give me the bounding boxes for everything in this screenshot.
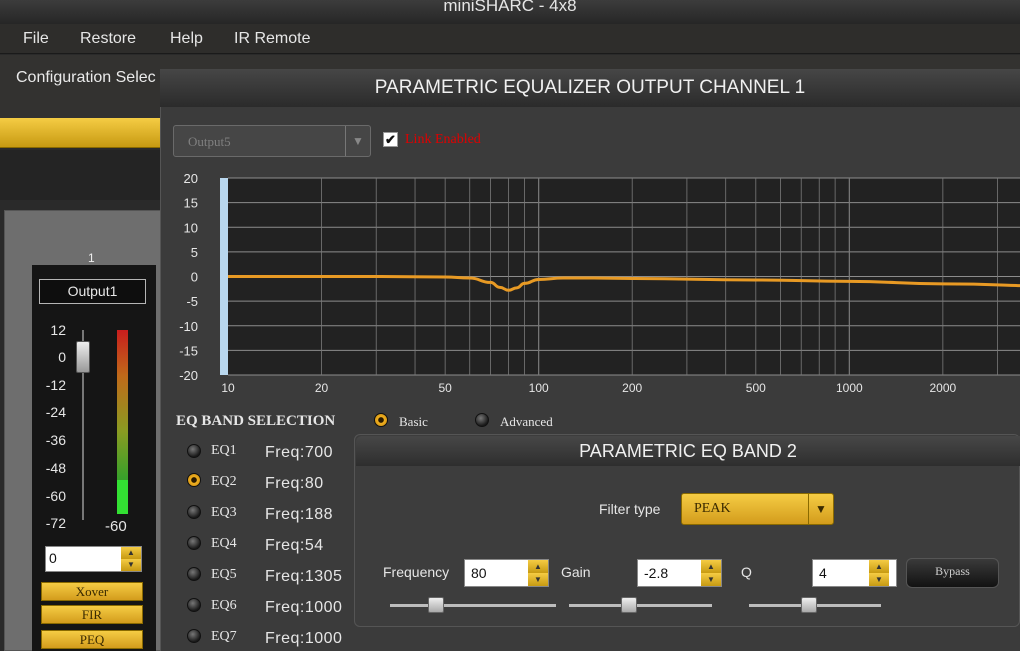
y-tick-label: 5 — [191, 245, 198, 260]
band-title: PARAMETRIC EQ BAND 2 — [356, 436, 1020, 466]
advanced-label: Advanced — [500, 414, 553, 429]
frequency-slider-handle[interactable] — [428, 597, 444, 613]
menu-restore[interactable]: Restore — [80, 30, 136, 48]
eq7-freq: Freq:1000 — [265, 630, 343, 647]
eq6-label: EQ6 — [211, 598, 237, 613]
basic-radio[interactable] — [374, 413, 388, 427]
eq7-label: EQ7 — [211, 629, 237, 644]
xover-button[interactable]: Xover — [41, 582, 143, 601]
scale-label: -48 — [45, 460, 66, 476]
meter-readout: -60 — [105, 518, 127, 535]
eq-band-heading: EQ BAND SELECTION — [176, 413, 336, 429]
bypass-button[interactable]: Bypass — [906, 558, 999, 588]
scale-label: 0 — [58, 349, 66, 365]
q-down-icon[interactable]: ▼ — [869, 573, 889, 586]
gain-slider-handle[interactable] — [621, 597, 637, 613]
eq4-freq: Freq:54 — [265, 537, 324, 554]
output-name-field[interactable]: Output1 — [39, 279, 146, 304]
scale-label: -60 — [45, 488, 66, 504]
menu-bar: File Restore Help IR Remote — [0, 24, 1020, 54]
peq-button[interactable]: PEQ — [41, 630, 143, 649]
y-tick-label: 15 — [184, 196, 198, 211]
eq1-freq: Freq:700 — [265, 444, 334, 461]
config-label: Configuration Selec — [16, 69, 156, 86]
x-tick-label: 200 — [622, 381, 642, 395]
frequency-label: Frequency — [383, 564, 450, 580]
advanced-radio[interactable] — [475, 413, 489, 427]
eq3-radio[interactable] — [187, 505, 201, 519]
frequency-slider-track[interactable] — [390, 604, 556, 607]
window-title: miniSHARC - 4x8 — [443, 0, 577, 15]
freq-down-icon[interactable]: ▼ — [528, 573, 548, 586]
eq5-radio[interactable] — [187, 567, 201, 581]
gain-spin-value: 0 — [49, 550, 57, 566]
spin-up-icon[interactable]: ▲ — [121, 547, 141, 559]
divider-strip — [0, 150, 165, 200]
menu-file[interactable]: File — [23, 30, 49, 48]
gain-label: Gain — [561, 564, 591, 580]
gain-spinbox[interactable]: ▲ ▼ — [45, 546, 142, 572]
chevron-down-icon[interactable]: ▼ — [345, 126, 370, 156]
output-tab-bar[interactable] — [0, 118, 165, 148]
volume-fader-handle[interactable] — [76, 341, 90, 373]
spin-down-icon[interactable]: ▼ — [121, 559, 141, 571]
chevron-down-icon[interactable]: ▼ — [808, 494, 833, 524]
scale-label: -72 — [45, 515, 66, 531]
eq5-freq: Freq:1305 — [265, 568, 343, 585]
eq2-label: EQ2 — [211, 474, 237, 489]
eq2-freq: Freq:80 — [265, 475, 324, 492]
eq3-freq: Freq:188 — [265, 506, 334, 523]
eq7-radio[interactable] — [187, 629, 201, 643]
gain-down-icon[interactable]: ▼ — [701, 573, 721, 586]
channel-number: 1 — [88, 251, 95, 265]
eq4-radio[interactable] — [187, 536, 201, 550]
q-label: Q — [741, 564, 752, 580]
eq4-label: EQ4 — [211, 536, 237, 551]
eq5-label: EQ5 — [211, 567, 237, 582]
x-tick-label: 100 — [529, 381, 549, 395]
eq6-radio[interactable] — [187, 598, 201, 612]
y-tick-label: 10 — [184, 220, 198, 235]
eq1-label: EQ1 — [211, 443, 237, 458]
menu-ir-remote[interactable]: IR Remote — [234, 30, 310, 48]
link-checkbox[interactable]: ✔ — [383, 132, 398, 147]
menu-help[interactable]: Help — [170, 30, 203, 48]
title-bar: miniSHARC - 4x8 — [0, 0, 1020, 24]
gain-up-icon[interactable]: ▲ — [701, 560, 721, 573]
eq-response-chart: 20151050-5-10-15-20 10 20 50 100 200 500 1000 2… — [179, 171, 1020, 395]
scale-label: 12 — [50, 322, 66, 338]
x-tick-label: 1000 — [836, 381, 863, 395]
filter-type-label: Filter type — [599, 501, 661, 517]
output-select[interactable]: Output5 — [173, 125, 371, 157]
eq1-radio[interactable] — [187, 444, 201, 458]
y-tick-label: -20 — [179, 368, 198, 383]
scale-label: -24 — [45, 404, 66, 420]
y-tick-label: 0 — [191, 270, 198, 285]
basic-label: Basic — [399, 414, 428, 429]
x-tick-label: 2000 — [930, 381, 957, 395]
level-meter-fill — [117, 480, 128, 514]
freq-up-icon[interactable]: ▲ — [528, 560, 548, 573]
scale-label: -36 — [45, 432, 66, 448]
link-label: Link Enabled — [405, 132, 481, 147]
y-tick-label: -5 — [186, 294, 198, 309]
x-tick-label: 500 — [746, 381, 766, 395]
eq3-label: EQ3 — [211, 505, 237, 520]
eq2-radio[interactable] — [187, 473, 201, 487]
gain-slider-track[interactable] — [569, 604, 712, 607]
y-tick-label: -10 — [179, 319, 198, 334]
q-up-icon[interactable]: ▲ — [869, 560, 889, 573]
eq6-freq: Freq:1000 — [265, 599, 343, 616]
x-tick-label: 10 — [221, 381, 235, 395]
scale-label: -12 — [45, 377, 66, 393]
peq-title: PARAMETRIC EQUALIZER OUTPUT CHANNEL 1 — [160, 69, 1020, 107]
fir-button[interactable]: FIR — [41, 605, 143, 624]
y-tick-label: 20 — [184, 171, 198, 186]
x-tick-label: 20 — [315, 381, 329, 395]
x-tick-label: 50 — [438, 381, 452, 395]
y-tick-label: -15 — [179, 343, 198, 358]
axis-bar — [220, 178, 228, 375]
q-slider-handle[interactable] — [801, 597, 817, 613]
